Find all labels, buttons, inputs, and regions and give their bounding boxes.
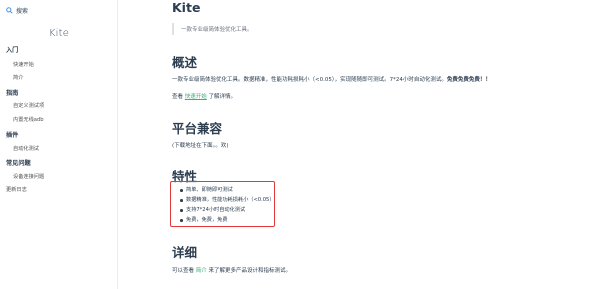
features-list: 简单、即随即可测试 数据精准，性能功耗损耗小（<0.05） 支持7*24小时自动… [180, 185, 275, 225]
overview-text: 一款专业级简体验优化工具。数据精准，性能功耗损耗小（<0.05），实现随随即可测… [172, 75, 491, 83]
sidebar: 搜索 Kite 入门 快速开始 简介 指南 自定义测试项 内置无线adb 插件 … [0, 0, 118, 289]
tagline-quote: 一款专业级简体验优化工具。 [172, 23, 253, 35]
sidebar-item-device-connection[interactable]: 设备连接问题 [13, 173, 44, 180]
details-text: 可以查看 简介 来了解更多产品设计和指标测试。 [172, 266, 291, 274]
sidebar-item-intro[interactable]: 简介 [13, 74, 23, 81]
list-item: 简单、即随即可测试 [180, 185, 275, 195]
details-heading: 详细 [172, 245, 198, 260]
see-suffix: 了解详情。 [206, 94, 237, 100]
page-title: Kite [172, 0, 201, 15]
overview-text-bold: 免费免费免费！！ [446, 77, 491, 83]
sidebar-section-guide[interactable]: 指南 [6, 88, 18, 97]
tagline-text: 一款专业级简体验优化工具。 [181, 27, 253, 33]
sidebar-section-getting-started[interactable]: 入门 [6, 45, 18, 54]
search-icon [6, 6, 13, 14]
search-box[interactable]: 搜索 [6, 4, 28, 16]
compat-text: (下载地址在下面。。欢) [172, 143, 229, 149]
sidebar-item-quickstart[interactable]: 快速开始 [13, 61, 34, 68]
list-item: 免费，免费，免费 [180, 215, 275, 225]
list-item: 支持7*24小时自动化测试 [180, 205, 275, 215]
sidebar-section-faq[interactable]: 常见问题 [6, 158, 31, 167]
sidebar-section-plugins[interactable]: 插件 [6, 130, 18, 139]
compat-heading: 平台兼容 [172, 121, 223, 136]
sidebar-item-wireless-adb[interactable]: 内置无线adb [13, 116, 44, 123]
list-item: 数据精准，性能功耗损耗小（<0.05） [180, 195, 275, 205]
overview-text-main: 一款专业级简体验优化工具。数据精准，性能功耗损耗小（<0.05），实现随随即可测… [172, 77, 447, 83]
overview-heading: 概述 [172, 55, 198, 70]
sidebar-brand[interactable]: Kite [0, 28, 118, 39]
main-content: Kite 一款专业级简体验优化工具。 概述 一款专业级简体验优化工具。数据精准，… [118, 0, 600, 289]
see-prefix: 查看 [172, 94, 185, 100]
sidebar-item-automation[interactable]: 自动化测试 [13, 145, 39, 152]
sidebar-item-changelog[interactable]: 更新日志 [6, 186, 27, 193]
details-suffix: 来了解更多产品设计和指标测试。 [206, 268, 292, 274]
overview-see-more: 查看 快速开始 了解详情。 [172, 92, 236, 100]
sidebar-item-custom-tests[interactable]: 自定义测试项 [13, 102, 44, 109]
quickstart-link[interactable]: 快速开始 [185, 94, 207, 100]
search-input[interactable]: 搜索 [16, 6, 28, 15]
details-prefix: 可以查看 [172, 268, 196, 274]
intro-link[interactable]: 简介 [196, 268, 207, 274]
